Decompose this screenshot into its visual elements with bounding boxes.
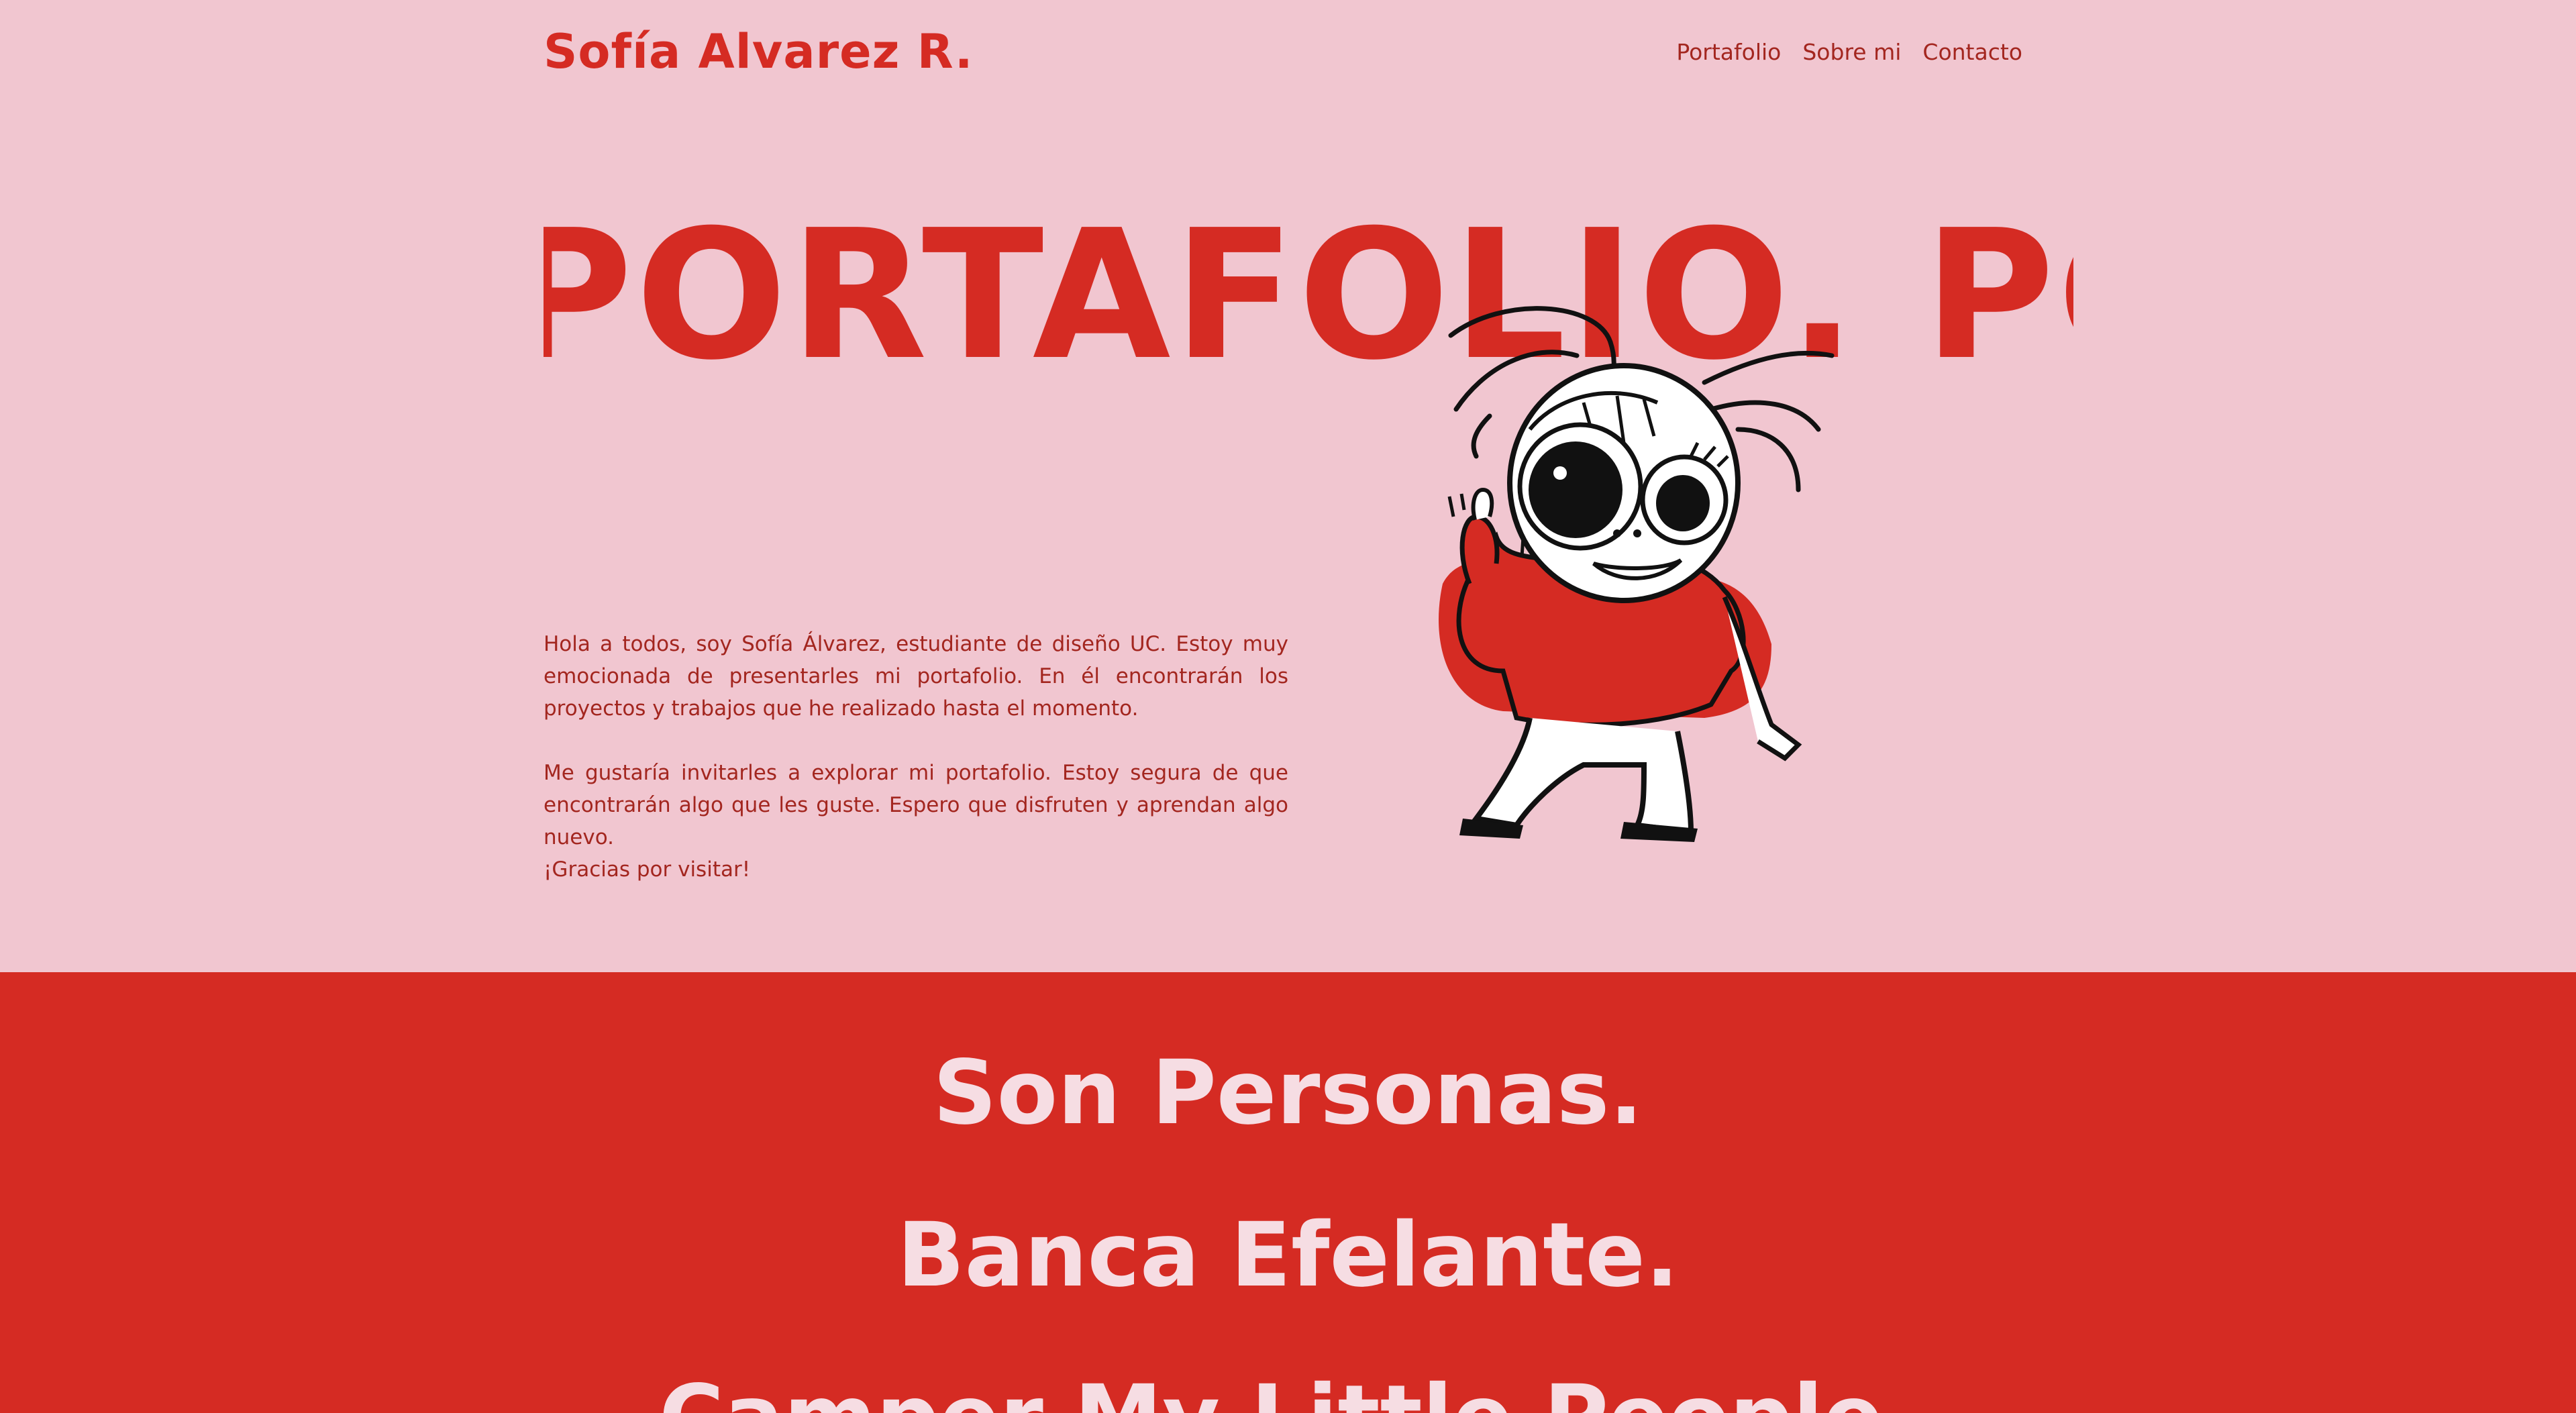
girl-character-illustration <box>1439 306 1835 842</box>
intro-thanks: ¡Gracias por visitar! <box>544 857 751 882</box>
project-link-son-personas[interactable]: Son Personas. <box>0 1039 2576 1147</box>
project-link-banca-efelante[interactable]: Banca Efelante. <box>0 1202 2576 1309</box>
nav-link-sobre-mi[interactable]: Sobre mi <box>1802 39 1901 65</box>
nav-link-portafolio[interactable]: Portafolio <box>1676 39 1781 65</box>
intro-paragraph-1: Hola a todos, soy Sofía Álvarez, estudia… <box>544 632 1288 721</box>
projects-section: Son Personas. Banca Efelante. Camper My … <box>0 972 2576 1413</box>
main-nav: Portafolio Sobre mi Contacto <box>1676 39 2022 65</box>
brand-logo-text[interactable]: Sofía Alvarez R. <box>544 24 974 79</box>
intro-paragraph-2: Me gustaría invitarles a explorar mi por… <box>544 761 1288 849</box>
project-link-camper-my-little-people[interactable]: Camper My Little People. <box>0 1364 2576 1413</box>
intro-text: Hola a todos, soy Sofía Álvarez, estudia… <box>544 628 1288 886</box>
hero-section: Sofía Alvarez R. Portafolio Sobre mi Con… <box>0 0 2576 972</box>
nav-link-contacto[interactable]: Contacto <box>1922 39 2022 65</box>
